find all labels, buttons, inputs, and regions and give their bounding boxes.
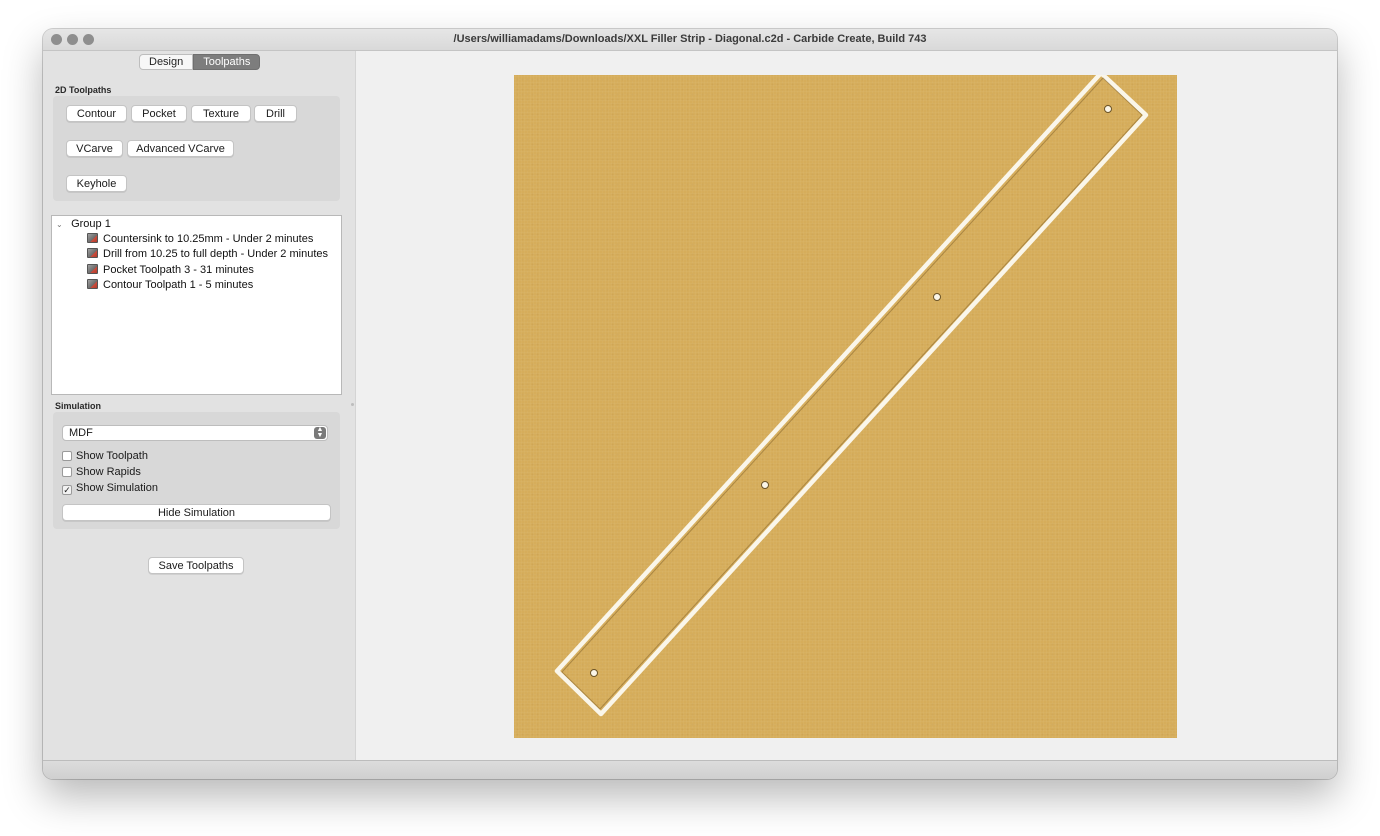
tree-item-contour[interactable]: Contour Toolpath 1 - 5 minutes [87,278,253,293]
toolpath-op-icon [87,233,98,243]
checkmark-icon[interactable]: ✓ [62,485,72,495]
simulated-cut-svg [554,75,1149,717]
tree-item-label: Drill from 10.25 to full depth - Under 2… [103,248,328,260]
filler-strip-part [554,75,1149,717]
simulation-viewport[interactable] [356,51,1337,760]
tab-design[interactable]: Design [139,54,194,70]
contour-cut-groove [554,75,1149,717]
tree-group-row[interactable]: ⌄ Group 1 [56,217,111,232]
toolpath-op-icon [87,279,98,289]
toolpath-op-icon [87,264,98,274]
mode-tabs: Design Toolpaths [139,54,261,70]
chevron-down-icon[interactable]: ⌄ [56,217,65,232]
material-select[interactable]: MDF ▲ ▼ [62,425,328,441]
window-title: /Users/williamadams/Downloads/XXL Filler… [453,33,927,45]
title-bar[interactable]: /Users/williamadams/Downloads/XXL Filler… [43,29,1337,51]
vcarve-button[interactable]: VCarve [66,140,123,157]
advanced-vcarve-button[interactable]: Advanced VCarve [127,140,234,157]
tree-item-label: Countersink to 10.25mm - Under 2 minutes [103,233,314,245]
drill-hole [590,669,598,677]
stock-material [514,75,1177,738]
contour-button[interactable]: Contour [66,105,127,122]
hide-simulation-button[interactable]: Hide Simulation [62,504,331,521]
simulation-heading: Simulation [55,401,102,411]
drill-hole [933,293,941,301]
tree-item-countersink[interactable]: Countersink to 10.25mm - Under 2 minutes [87,232,313,247]
tab-toolpaths[interactable]: Toolpaths [193,54,261,70]
tree-item-pocket[interactable]: Pocket Toolpath 3 - 31 minutes [87,263,254,278]
checkbox-unchecked-icon[interactable] [62,467,72,477]
show-toolpath-checkbox[interactable]: Show Toolpath [62,449,148,463]
tree-item-label: Pocket Toolpath 3 - 31 minutes [103,264,254,276]
checkbox-label: Show Rapids [76,466,141,478]
pocket-button[interactable]: Pocket [131,105,187,122]
checkbox-label: Show Toolpath [76,450,148,462]
toolpaths-2d-heading: 2D Toolpaths [55,85,112,95]
drill-holes [590,105,1112,677]
keyhole-button[interactable]: Keyhole [66,175,127,192]
checkbox-label: Show Simulation [76,482,158,494]
toolpath-op-icon [87,248,98,258]
status-bar [43,760,1337,779]
drill-button[interactable]: Drill [254,105,297,122]
tree-item-label: Contour Toolpath 1 - 5 minutes [103,279,254,291]
group-label: Group 1 [71,218,111,230]
groove-shadow [561,77,1143,710]
material-value: MDF [69,427,93,439]
drill-hole [761,481,769,489]
splitter-handle-icon[interactable] [351,403,354,406]
save-toolpaths-button[interactable]: Save Toolpaths [148,557,244,574]
toolpaths-sidebar: Design Toolpaths 2D Toolpaths Contour Po… [43,51,355,760]
app-window: /Users/williamadams/Downloads/XXL Filler… [43,29,1337,779]
show-simulation-checkbox[interactable]: ✓ Show Simulation [62,481,158,495]
checkbox-unchecked-icon[interactable] [62,451,72,461]
texture-button[interactable]: Texture [191,105,251,122]
show-rapids-checkbox[interactable]: Show Rapids [62,465,141,479]
toolpath-tree[interactable]: ⌄ Group 1 Countersink to 10.25mm - Under… [51,215,342,395]
toolpaths-2d-panel: Contour Pocket Texture Drill VCarve Adva… [53,96,340,201]
drill-hole [1104,105,1112,113]
chevron-updown-icon: ▲ ▼ [314,426,326,439]
tree-item-drill[interactable]: Drill from 10.25 to full depth - Under 2… [87,247,328,262]
